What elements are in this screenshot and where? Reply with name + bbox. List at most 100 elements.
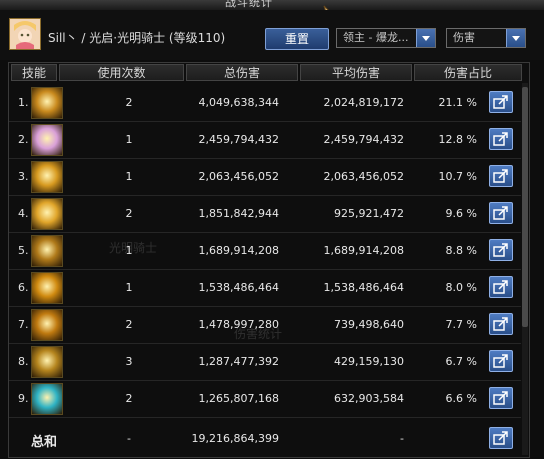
- row-count: 2: [125, 318, 133, 331]
- skill-icon: [31, 235, 63, 267]
- row-count: 2: [125, 207, 133, 220]
- total-count: -: [127, 432, 131, 445]
- row-count: 2: [125, 392, 133, 405]
- share-icon: [493, 317, 508, 331]
- row-damage-share: 9.6 %: [445, 207, 477, 220]
- table-row: 2. 1 2,459,794,432 2,459,794,432 12.8 %: [9, 122, 521, 159]
- row-damage-share: 8.0 %: [445, 281, 477, 294]
- row-rank: 2.: [18, 133, 29, 146]
- row-rank: 1.: [18, 96, 29, 109]
- column-pct: 伤害占比: [414, 64, 522, 81]
- row-rank: 9.: [18, 392, 29, 405]
- row-rank: 8.: [18, 355, 29, 368]
- skill-icon: [31, 198, 63, 230]
- column-count: 使用次数: [59, 64, 184, 81]
- row-total-damage: 1,478,997,280: [198, 318, 279, 331]
- row-damage-share: 7.7 %: [445, 318, 477, 331]
- row-rank: 5.: [18, 244, 29, 257]
- share-button[interactable]: [489, 427, 513, 449]
- row-avg-damage: 1,689,914,208: [323, 244, 404, 257]
- row-total-damage: 1,287,477,392: [198, 355, 279, 368]
- row-damage-share: 6.6 %: [445, 392, 477, 405]
- skill-icon: [31, 87, 63, 119]
- target-select-value: 领主 - 爆龙...: [343, 31, 409, 44]
- table-row: 9. 2 1,265,807,168 632,903,584 6.6 %: [9, 381, 521, 418]
- share-button[interactable]: [489, 202, 513, 224]
- share-button[interactable]: [489, 91, 513, 113]
- damage-table: 技能 使用次数 总伤害 平均伤害 伤害占比 光明骑士 伤害统计 1. 2 4,049…: [8, 62, 530, 458]
- skill-icon: [31, 309, 63, 341]
- share-button[interactable]: [489, 165, 513, 187]
- row-rank: 3.: [18, 170, 29, 183]
- skill-icon: [31, 346, 63, 378]
- row-total-damage: 1,851,842,944: [198, 207, 279, 220]
- skill-icon: [31, 161, 63, 193]
- row-rank: 4.: [18, 207, 29, 220]
- row-count: 1: [125, 244, 133, 257]
- column-total: 总伤害: [186, 64, 298, 81]
- row-damage-share: 21.1 %: [438, 96, 477, 109]
- row-damage-share: 8.8 %: [445, 244, 477, 257]
- share-button[interactable]: [489, 350, 513, 372]
- row-total-damage: 1,689,914,208: [198, 244, 279, 257]
- table-header: 技能 使用次数 总伤害 平均伤害 伤害占比: [9, 63, 529, 83]
- row-total-damage: 4,049,638,344: [198, 96, 279, 109]
- table-row: 6. 1 1,538,486,464 1,538,486,464 8.0 %: [9, 270, 521, 307]
- chevron-down-icon[interactable]: [416, 29, 435, 47]
- table-row: 5. 1 1,689,914,208 1,689,914,208 8.8 %: [9, 233, 521, 270]
- row-avg-damage: 632,903,584: [334, 392, 404, 405]
- total-row: 总和 - 19,216,864,399 -: [9, 421, 521, 457]
- share-button[interactable]: [489, 128, 513, 150]
- metric-select[interactable]: 伤害: [446, 28, 526, 48]
- share-icon: [493, 280, 508, 294]
- skill-icon: [31, 124, 63, 156]
- row-rank: 7.: [18, 318, 29, 331]
- share-icon: [493, 169, 508, 183]
- share-icon: [493, 354, 508, 368]
- row-avg-damage: 2,459,794,432: [323, 133, 404, 146]
- row-total-damage: 2,063,456,052: [198, 170, 279, 183]
- character-name: Sill丶 / 光启·光明骑士 (等级110): [48, 31, 226, 45]
- table-row: 7. 2 1,478,997,280 739,498,640 7.7 %: [9, 307, 521, 344]
- metric-select-value: 伤害: [453, 31, 475, 44]
- table-row: 3. 1 2,063,456,052 2,063,456,052 10.7 %: [9, 159, 521, 196]
- share-icon: [493, 95, 508, 109]
- share-button[interactable]: [489, 387, 513, 409]
- chevron-down-icon[interactable]: [506, 29, 525, 47]
- row-avg-damage: 2,063,456,052: [323, 170, 404, 183]
- row-total-damage: 2,459,794,432: [198, 133, 279, 146]
- row-count: 3: [125, 355, 133, 368]
- window-title: 战斗统计: [225, 0, 273, 9]
- row-count: 2: [125, 96, 133, 109]
- column-skill: 技能: [11, 64, 57, 81]
- target-select[interactable]: 领主 - 爆龙...: [336, 28, 436, 48]
- skill-icon: [31, 383, 63, 415]
- table-row: 1. 2 4,049,638,344 2,024,819,172 21.1 %: [9, 85, 521, 122]
- row-rank: 6.: [18, 281, 29, 294]
- row-total-damage: 1,538,486,464: [198, 281, 279, 294]
- row-avg-damage: 1,538,486,464: [323, 281, 404, 294]
- total-avg: -: [400, 432, 404, 445]
- share-icon: [493, 391, 508, 405]
- table-row: 8. 3 1,287,477,392 429,159,130 6.7 %: [9, 344, 521, 381]
- scrollbar-thumb[interactable]: [522, 87, 528, 327]
- share-button[interactable]: [489, 239, 513, 261]
- row-count: 1: [125, 133, 133, 146]
- share-button[interactable]: [489, 313, 513, 335]
- total-label: 总和: [31, 435, 58, 450]
- table-row: 4. 2 1,851,842,944 925,921,472 9.6 %: [9, 196, 521, 233]
- column-avg: 平均伤害: [300, 64, 412, 81]
- share-icon: [493, 132, 508, 146]
- reset-button[interactable]: 重置: [265, 28, 329, 50]
- share-icon: [493, 431, 508, 445]
- share-icon: [493, 243, 508, 257]
- row-damage-share: 10.7 %: [438, 170, 477, 183]
- avatar: [9, 18, 41, 50]
- share-button[interactable]: [489, 276, 513, 298]
- share-icon: [493, 206, 508, 220]
- row-total-damage: 1,265,807,168: [198, 392, 279, 405]
- skill-icon: [31, 272, 63, 304]
- row-damage-share: 6.7 %: [445, 355, 477, 368]
- row-avg-damage: 925,921,472: [334, 207, 404, 220]
- row-count: 1: [125, 170, 133, 183]
